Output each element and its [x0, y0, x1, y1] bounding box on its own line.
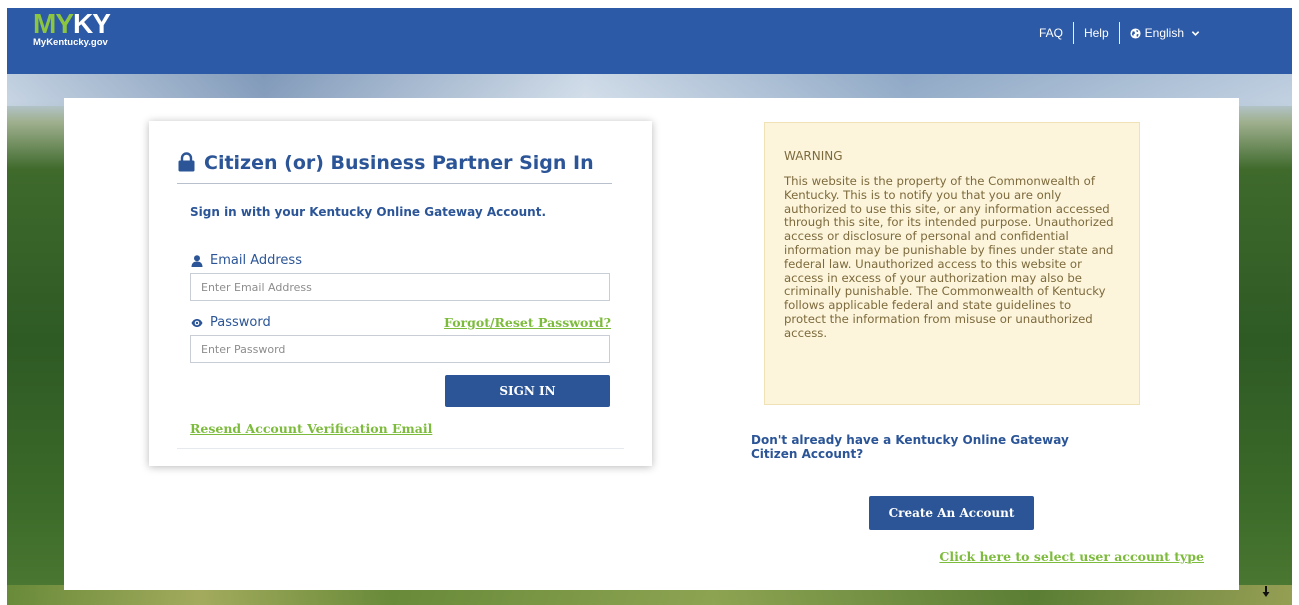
title-divider	[177, 183, 612, 184]
no-account-prompt: Don't already have a Kentucky Online Gat…	[751, 433, 1069, 461]
eye-icon	[191, 318, 203, 327]
logo-ky: KY	[73, 8, 111, 39]
language-selector[interactable]: English	[1130, 26, 1200, 40]
password-field[interactable]	[190, 335, 610, 363]
top-header: MYKY MyKentucky.gov FAQ Help English	[7, 8, 1292, 74]
warning-body: This website is the property of the Comm…	[784, 174, 1114, 340]
forgot-password-link[interactable]: Forgot/Reset Password?	[444, 315, 611, 330]
email-field[interactable]	[190, 273, 610, 301]
mykentucky-logo[interactable]: MYKY MyKentucky.gov	[33, 8, 111, 49]
select-account-type-link[interactable]: Click here to select user account type	[939, 549, 1204, 564]
nav-divider	[1118, 22, 1120, 44]
chevron-down-icon	[1191, 30, 1200, 36]
signin-card: Citizen (or) Business Partner Sign In Si…	[149, 121, 652, 466]
header-nav: FAQ Help English	[1039, 22, 1200, 44]
signin-title: Citizen (or) Business Partner Sign In	[177, 151, 594, 174]
language-label: English	[1144, 26, 1184, 40]
logo-subtext: MyKentucky.gov	[33, 37, 108, 48]
nav-divider	[1072, 22, 1074, 44]
user-icon	[191, 254, 203, 267]
down-arrow-icon[interactable]	[1262, 586, 1270, 598]
lock-icon	[178, 151, 195, 171]
logo-my: MY	[33, 8, 74, 39]
card-footer-divider	[177, 448, 624, 449]
logo-wordmark: MYKY	[33, 8, 111, 39]
faq-link[interactable]: FAQ	[1039, 26, 1063, 40]
signin-subtitle: Sign in with your Kentucky Online Gatewa…	[190, 205, 547, 219]
signin-title-text: Citizen (or) Business Partner Sign In	[204, 152, 594, 174]
warning-title: WARNING	[784, 149, 843, 163]
password-label: Password	[191, 315, 271, 330]
email-label-text: Email Address	[210, 253, 302, 268]
create-account-button[interactable]: Create An Account	[869, 496, 1034, 530]
signin-button[interactable]: SIGN IN	[445, 375, 610, 407]
help-link[interactable]: Help	[1084, 26, 1109, 40]
resend-verification-link[interactable]: Resend Account Verification Email	[190, 421, 432, 436]
password-label-text: Password	[210, 315, 271, 330]
warning-box: WARNING This website is the property of …	[764, 122, 1140, 405]
email-label: Email Address	[191, 253, 302, 268]
globe-icon	[1130, 27, 1141, 39]
